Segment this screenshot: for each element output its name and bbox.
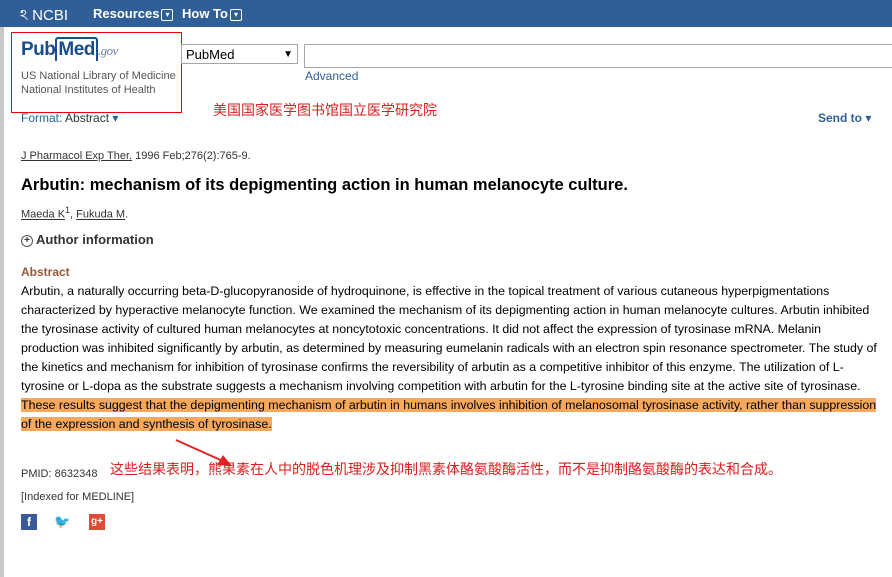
resources-menu[interactable]: Resources ▾ <box>93 6 174 21</box>
chevron-down-icon: ▾ <box>862 111 872 125</box>
nlm-subtitle: US National Library of Medicine National… <box>21 70 176 96</box>
logo-med: Med <box>55 37 98 61</box>
citation-details: 1996 Feb;276(2):765-9. <box>135 150 251 162</box>
format-value: Abstract <box>65 111 110 125</box>
advanced-search-link[interactable]: Advanced <box>305 69 358 83</box>
pmid: PMID: 8632348 <box>21 468 98 480</box>
annotation-nlm-translation: 美国国家医学图书馆国立医学研究院 <box>213 103 437 119</box>
author-link[interactable]: Fukuda M <box>76 209 125 221</box>
dropdown-arrow-icon: ▼ <box>283 49 293 60</box>
ncbi-logo[interactable]: ঽ NCBI <box>20 4 68 29</box>
twitter-share-icon[interactable]: 🐦 <box>54 514 70 530</box>
logo-pub: Pub <box>21 39 56 60</box>
abstract-heading: Abstract <box>21 265 70 279</box>
abstract-body: Arbutin, a naturally occurring beta-D-gl… <box>21 284 877 393</box>
database-select[interactable]: PubMed ▼ <box>181 44 298 64</box>
expand-plus-icon: + <box>21 234 33 247</box>
abstract-highlighted-conclusion: These results suggest that the depigment… <box>21 398 877 431</box>
ncbi-header-bar: ঽ NCBI Resources ▾ How To ▾ <box>0 0 892 27</box>
pubmed-logo: Pub Med .gov <box>21 37 118 61</box>
howto-menu[interactable]: How To ▾ <box>182 6 242 21</box>
citation-line: J Pharmacol Exp Ther. 1996 Feb;276(2):76… <box>21 150 251 162</box>
ncbi-brand-text: NCBI <box>32 7 68 24</box>
author-affiliation-sup[interactable]: 1 <box>65 205 70 215</box>
article-title: Arbutin: mechanism of its depigmenting a… <box>21 176 628 194</box>
facebook-share-icon[interactable]: f <box>21 514 37 530</box>
indexed-medline: [Indexed for MEDLINE] <box>21 491 135 503</box>
author-information-toggle[interactable]: + Author information <box>21 232 154 247</box>
search-input[interactable] <box>304 44 892 68</box>
format-selector[interactable]: Format: Abstract ▾ <box>21 111 118 125</box>
logo-gov: .gov <box>97 43 119 58</box>
ncbi-helix-icon: ঽ <box>20 7 29 24</box>
author-list: Maeda K1, Fukuda M. <box>21 205 129 221</box>
abstract-text: Arbutin, a naturally occurring beta-D-gl… <box>21 282 881 434</box>
google-plus-share-icon[interactable]: g+ <box>89 514 105 530</box>
send-to-label: Send to <box>818 111 862 125</box>
author-link[interactable]: Maeda K <box>21 209 65 221</box>
resources-label: Resources <box>93 6 160 21</box>
author-information-label: Author information <box>36 232 154 247</box>
annotation-conclusion-translation: 这些结果表明，熊果素在人中的脱色机理涉及抑制黑素体酪氨酸酶活性，而不是抑制酪氨酸… <box>110 462 782 478</box>
send-to-menu[interactable]: Send to ▾ <box>818 111 871 125</box>
pubmed-logo-box[interactable]: Pub Med .gov US National Library of Medici… <box>11 32 182 113</box>
format-label: Format: <box>21 111 63 125</box>
chevron-down-icon: ▾ <box>161 8 174 21</box>
howto-label: How To <box>182 6 228 21</box>
chevron-down-icon: ▾ <box>229 8 242 21</box>
database-select-value: PubMed <box>186 47 235 62</box>
page-left-border <box>0 27 4 577</box>
journal-link[interactable]: J Pharmacol Exp Ther. <box>21 150 132 162</box>
chevron-down-icon: ▾ <box>109 111 119 125</box>
